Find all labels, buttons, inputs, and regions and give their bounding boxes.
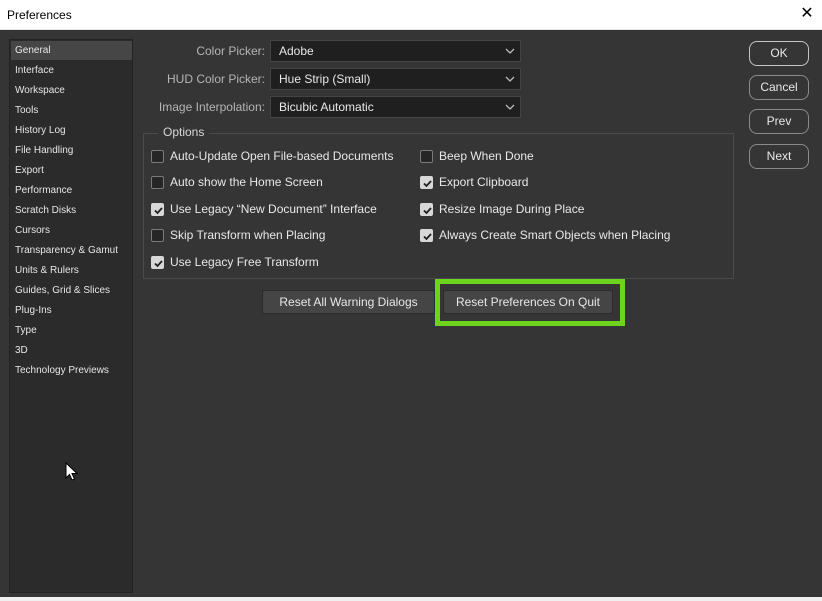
mouse-pointer-icon (65, 462, 79, 481)
use-legacy-new-document-label: Use Legacy “New Document” Interface (170, 202, 377, 216)
sidebar-item-workspace[interactable]: Workspace (11, 81, 132, 100)
auto-update-documents-label: Auto-Update Open File-based Documents (170, 149, 394, 163)
resize-image-during-place-checkbox[interactable] (420, 203, 433, 216)
color-picker-select[interactable]: Adobe (270, 40, 521, 62)
sidebar: General Interface Workspace Tools Histor… (9, 39, 133, 593)
resize-image-during-place-label: Resize Image During Place (439, 202, 585, 216)
use-legacy-new-document-checkbox[interactable] (151, 203, 164, 216)
always-create-smart-objects-label: Always Create Smart Objects when Placing (439, 228, 671, 242)
sidebar-item-scratch-disks[interactable]: Scratch Disks (11, 201, 132, 220)
skip-transform-label: Skip Transform when Placing (170, 228, 326, 242)
hud-color-picker-value: Hue Strip (Small) (279, 72, 371, 86)
auto-update-documents-checkbox[interactable] (151, 150, 164, 163)
title-bar: Preferences ✕ (0, 0, 822, 30)
sidebar-item-units-rulers[interactable]: Units & Rulers (11, 261, 132, 280)
always-create-smart-objects-checkbox[interactable] (420, 229, 433, 242)
image-interpolation-value: Bicubic Automatic (279, 100, 374, 114)
next-button[interactable]: Next (749, 144, 809, 169)
use-legacy-free-transform-label: Use Legacy Free Transform (170, 255, 319, 269)
sidebar-item-tools[interactable]: Tools (11, 101, 132, 120)
window-bottom-edge (0, 597, 822, 601)
chevron-down-icon (505, 104, 515, 110)
sidebar-item-guides-grid-slices[interactable]: Guides, Grid & Slices (11, 281, 132, 300)
sidebar-item-transparency-gamut[interactable]: Transparency & Gamut (11, 241, 132, 260)
check-icon (154, 207, 163, 215)
image-interpolation-select[interactable]: Bicubic Automatic (270, 96, 521, 118)
reset-all-warning-dialogs-button[interactable]: Reset All Warning Dialogs (262, 290, 435, 314)
chevron-down-icon (505, 76, 515, 82)
sidebar-item-export[interactable]: Export (11, 161, 132, 180)
sidebar-item-history-log[interactable]: History Log (11, 121, 132, 140)
skip-transform-checkbox[interactable] (151, 229, 164, 242)
sidebar-item-plug-ins[interactable]: Plug-Ins (11, 301, 132, 320)
ok-button[interactable]: OK (749, 41, 809, 66)
hud-color-picker-select[interactable]: Hue Strip (Small) (270, 68, 521, 90)
highlight-frame (435, 279, 625, 326)
check-icon (423, 233, 432, 241)
options-legend: Options (158, 125, 210, 139)
sidebar-item-interface[interactable]: Interface (11, 61, 132, 80)
check-icon (423, 180, 432, 188)
image-interpolation-label: Image Interpolation: (158, 100, 265, 114)
check-icon (154, 260, 163, 268)
color-picker-label: Color Picker: (196, 44, 265, 58)
sidebar-item-file-handling[interactable]: File Handling (11, 141, 132, 160)
export-clipboard-checkbox[interactable] (420, 176, 433, 189)
beep-when-done-label: Beep When Done (439, 149, 534, 163)
export-clipboard-label: Export Clipboard (439, 175, 529, 189)
sidebar-item-type[interactable]: Type (11, 321, 132, 340)
check-icon (423, 207, 432, 215)
cancel-button[interactable]: Cancel (749, 75, 809, 100)
sidebar-item-cursors[interactable]: Cursors (11, 221, 132, 240)
auto-show-home-screen-checkbox[interactable] (151, 176, 164, 189)
use-legacy-free-transform-checkbox[interactable] (151, 256, 164, 269)
sidebar-item-technology-previews[interactable]: Technology Previews (11, 361, 132, 380)
sidebar-item-general[interactable]: General (11, 41, 132, 60)
auto-show-home-screen-label: Auto show the Home Screen (170, 175, 323, 189)
prev-button[interactable]: Prev (749, 109, 809, 134)
close-icon[interactable]: ✕ (792, 0, 822, 30)
sidebar-item-3d[interactable]: 3D (11, 341, 132, 360)
chevron-down-icon (505, 48, 515, 54)
beep-when-done-checkbox[interactable] (420, 150, 433, 163)
sidebar-item-performance[interactable]: Performance (11, 181, 132, 200)
color-picker-value: Adobe (279, 44, 314, 58)
hud-color-picker-label: HUD Color Picker: (166, 72, 265, 86)
window-title: Preferences (7, 8, 72, 22)
